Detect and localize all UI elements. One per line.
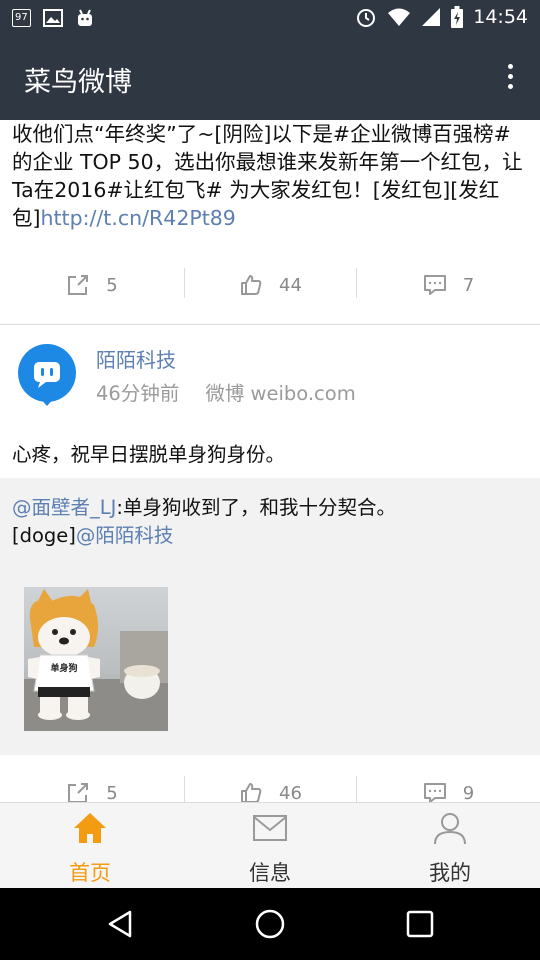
post-action-row: 5 46 9 [0,776,540,802]
author-name[interactable]: 陌陌科技 [96,344,176,373]
repost-button[interactable]: 5 [0,268,184,302]
post-comment: 心疼，祝早日摆脱单身狗身份。 [12,443,286,466]
home-circle-icon[interactable] [254,908,286,940]
repost-text: @面壁者_LJ:单身狗收到了，和我十分契合。 [doge]@陌陌科技 [12,494,528,550]
bottom-nav: 首页 信息 我的 [0,802,540,888]
comment-count: 9 [462,782,475,803]
share-icon [68,275,89,295]
post-time: 46分钟前 [96,382,180,405]
like-count: 44 [279,274,302,296]
app-title: 菜鸟微博 [24,67,132,98]
image-notification-icon [42,9,63,27]
app-bar: 菜鸟微博 [0,38,540,120]
toy-shirt-label: 单身狗 [50,662,77,674]
doge-emoji: [doge] [12,524,76,547]
profile-icon [434,813,466,845]
post-link[interactable]: http://t.cn/R42Pt89 [41,206,236,230]
mention-link[interactable]: @面壁者_LJ [12,496,116,519]
post-image[interactable]: 单身狗 [24,587,168,731]
nav-profile[interactable]: 我的 [360,803,540,889]
repost-button[interactable]: 5 [0,776,184,802]
feed: 收他们点“年终奖”了~[阴险]以下是#企业微博百强榜#的企业 TOP 50，选出… [0,120,540,802]
alarm-icon [357,9,376,27]
notification-badge: 97 [12,9,31,27]
nav-home[interactable]: 首页 [0,803,180,889]
repost-body: :单身狗收到了，和我十分契合。 [116,496,396,519]
nav-messages-label: 信息 [249,861,291,885]
signal-icon [422,8,441,26]
android-icon [77,9,92,26]
comment-count: 7 [462,274,475,296]
divider [0,324,540,325]
comment-icon [423,275,446,295]
post-meta: 46分钟前 微博 weibo.com [96,377,356,406]
status-time: 14:54 [473,6,528,28]
avatar[interactable] [18,344,76,406]
thumbs-up-icon [241,783,262,802]
like-count: 46 [279,782,302,803]
reposted-content[interactable]: @面壁者_LJ:单身狗收到了，和我十分契合。 [doge]@陌陌科技 单身狗 [0,478,540,755]
wifi-icon [388,8,411,26]
overflow-menu-icon[interactable] [498,64,522,94]
comment-icon [423,783,446,802]
nav-home-label: 首页 [69,861,111,885]
home-icon [74,813,106,843]
back-icon[interactable] [104,908,136,940]
dog-toy-illustration: 单身狗 [24,589,168,731]
recents-icon[interactable] [404,908,436,940]
like-button[interactable]: 44 [185,268,356,302]
status-bar: 97 14:54 [0,0,540,38]
post-text: 收他们点“年终奖”了~[阴险]以下是#企业微博百强榜#的企业 TOP 50，选出… [12,120,528,232]
share-icon [68,783,89,802]
nav-profile-label: 我的 [429,861,471,885]
nav-messages[interactable]: 信息 [180,803,360,889]
mention-link[interactable]: @陌陌科技 [76,524,174,547]
repost-count: 5 [106,274,118,296]
post-source: 微博 weibo.com [205,382,356,405]
comment-button[interactable]: 9 [357,776,540,802]
like-button[interactable]: 46 [185,776,356,802]
battery-icon [451,6,464,28]
repost-count: 5 [106,782,118,803]
post-action-row: 5 44 7 [0,268,540,302]
thumbs-up-icon [241,275,262,295]
comment-button[interactable]: 7 [357,268,540,302]
system-nav-bar [0,888,540,960]
mail-icon [253,815,287,841]
